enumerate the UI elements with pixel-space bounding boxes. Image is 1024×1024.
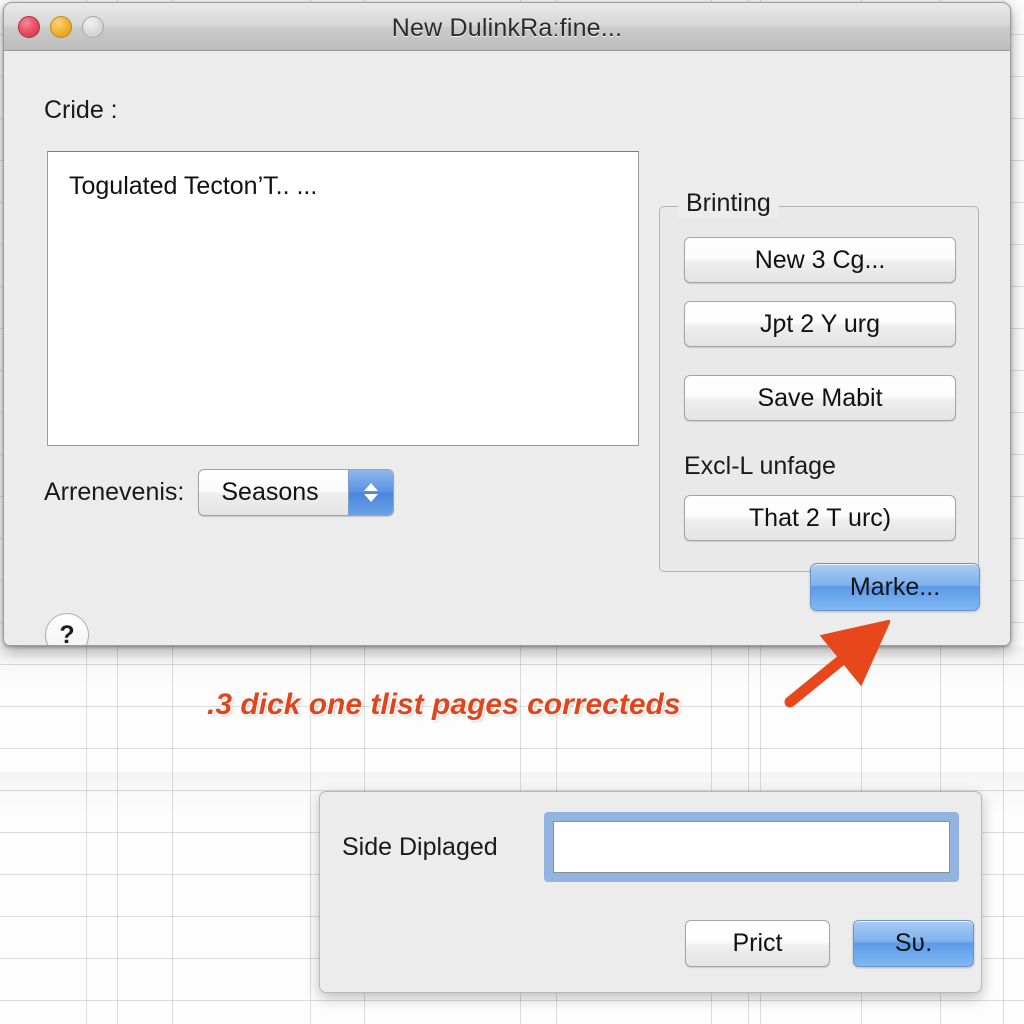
- side-field-label: Side Diplaged: [342, 833, 498, 861]
- printing-button-3[interactable]: That 2 T urc): [684, 495, 956, 541]
- code-label: Cride :: [44, 96, 118, 124]
- printing-button-0[interactable]: New 3 Cg...: [684, 237, 956, 283]
- code-textarea[interactable]: Togulated Tecton’T.. ...: [47, 151, 639, 446]
- window-title: New DulinkRaːfine...: [391, 14, 623, 42]
- screen-root: New DulinkRaːfine... Cride : Togulated T…: [0, 0, 1024, 1024]
- mark-primary-button[interactable]: Marke...: [810, 563, 980, 611]
- printing-group-title: Brinting: [678, 189, 779, 218]
- annotation-text: .3 dick one tlist pages correcteds: [207, 688, 681, 721]
- save-button[interactable]: Sʋ.: [853, 920, 974, 967]
- window-body: Cride : Togulated Tecton’T.. ... Arrenev…: [4, 51, 1010, 645]
- annotation-arrow-icon: [784, 620, 890, 708]
- excl-language-label: Excl-L unfage: [684, 452, 836, 480]
- chevron-updown-icon[interactable]: [348, 470, 394, 515]
- arrangement-row: Arrenevenis: Seasons: [44, 469, 395, 516]
- main-dialog-window: New DulinkRaːfine... Cride : Togulated T…: [3, 2, 1011, 646]
- side-field-focus-ring: [544, 812, 959, 882]
- chevron-down-icon: [364, 494, 379, 502]
- help-button[interactable]: ?: [45, 613, 89, 645]
- chevron-up-icon: [364, 483, 379, 491]
- arrangement-label: Arrenevenis:: [44, 478, 185, 506]
- code-textarea-text: Togulated Tecton’T.. ...: [69, 172, 318, 200]
- printing-button-2[interactable]: Save Mabit: [684, 375, 956, 421]
- arrangement-popup-button[interactable]: Seasons: [198, 469, 395, 516]
- printing-button-1[interactable]: Jƿt 2 Y urg: [684, 301, 956, 347]
- printing-group-box: Brinting New 3 Cg... Jƿt 2 Y urg Save Ma…: [659, 189, 979, 572]
- arrangement-popup-value: Seasons: [221, 478, 319, 506]
- side-field-input[interactable]: [553, 821, 950, 873]
- print-button[interactable]: Prict: [685, 920, 830, 967]
- bottom-dialog: Side Diplaged Prict Sʋ.: [319, 791, 982, 993]
- window-titlebar[interactable]: New DulinkRaːfine...: [4, 3, 1010, 51]
